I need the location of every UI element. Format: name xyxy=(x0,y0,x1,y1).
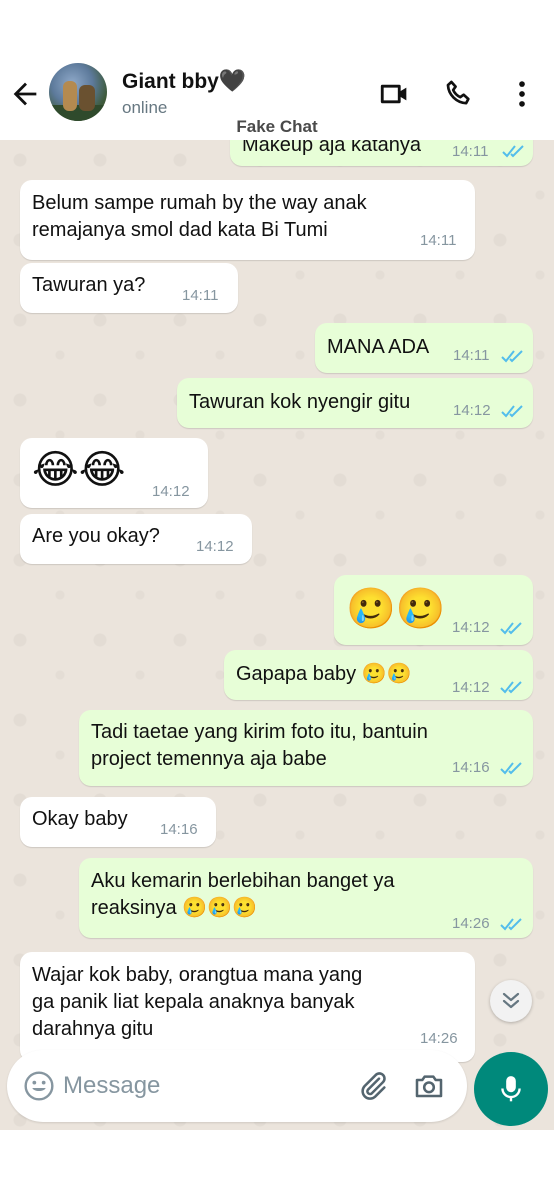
message-text: Tawuran kok nyengir gitu xyxy=(189,391,411,413)
message-time: 14:26 xyxy=(452,915,490,932)
contact-name-text: Giant bby xyxy=(122,70,219,93)
message-bubble-outgoing[interactable]: Makeup aja katanya 14:11 xyxy=(230,140,533,166)
more-vertical-icon xyxy=(519,81,525,107)
message-bubble-outgoing[interactable]: Tawuran kok nyengir gitu 14:12 xyxy=(177,378,533,428)
double-check-icon xyxy=(501,405,523,418)
fake-chat-watermark: Fake Chat xyxy=(236,117,318,136)
message-text: Wajar kok baby, orangtua mana yang ga pa… xyxy=(32,964,363,1040)
contact-name[interactable]: Giant bby🖤 xyxy=(122,68,246,94)
message-input[interactable] xyxy=(63,1066,343,1106)
message-text: Are you okay? xyxy=(32,525,160,547)
voice-message-button[interactable] xyxy=(474,1052,548,1126)
double-check-icon xyxy=(500,762,522,775)
message-text: Belum sampe rumah by the way anak remaja… xyxy=(32,192,367,241)
message-time: 14:11 xyxy=(452,143,489,160)
message-time: 14:12 xyxy=(196,538,234,555)
message-text: MANA ADA xyxy=(327,336,430,358)
avatar[interactable] xyxy=(49,63,107,121)
back-button[interactable] xyxy=(8,77,42,111)
message-bubble-incoming[interactable]: Belum sampe rumah by the way anak remaja… xyxy=(20,180,475,260)
contact-status: online xyxy=(122,98,168,117)
message-time: 14:11 xyxy=(420,232,457,249)
message-emoji: 😂😂 xyxy=(32,448,126,492)
microphone-icon xyxy=(501,1076,521,1102)
emoji-icon xyxy=(24,1071,54,1101)
camera-icon xyxy=(415,1075,443,1098)
message-bubble-incoming[interactable]: Okay baby 14:16 xyxy=(20,797,216,847)
arrow-left-icon xyxy=(13,82,37,106)
double-check-icon xyxy=(501,350,523,363)
voice-call-button[interactable] xyxy=(442,77,476,111)
message-text: Aku kemarin berlebihan banget ya reaksin… xyxy=(91,870,395,919)
message-time: 14:11 xyxy=(182,287,219,304)
message-text: Tawuran ya? xyxy=(32,274,146,296)
message-bubble-outgoing[interactable]: Aku kemarin berlebihan banget ya reaksin… xyxy=(79,858,533,938)
message-bubble-outgoing[interactable]: 🥲🥲 14:12 xyxy=(334,575,533,645)
message-bubble-incoming[interactable]: Wajar kok baby, orangtua mana yang ga pa… xyxy=(20,952,475,1062)
double-chevron-down-icon xyxy=(502,992,520,1009)
message-time: 14:16 xyxy=(452,759,490,776)
attach-button[interactable] xyxy=(357,1070,389,1102)
message-bubble-incoming[interactable]: Tawuran ya? 14:11 xyxy=(20,263,238,313)
more-options-button[interactable] xyxy=(505,77,539,111)
message-time: 14:26 xyxy=(420,1030,458,1047)
message-bubble-outgoing[interactable]: Gapapa baby 🥲🥲 14:12 xyxy=(224,650,533,700)
message-text: Tadi taetae yang kirim foto itu, bantuin… xyxy=(91,721,428,770)
double-check-icon xyxy=(500,622,522,635)
message-text: Okay baby xyxy=(32,808,128,830)
message-bubble-incoming[interactable]: 😂😂 14:12 xyxy=(20,438,208,508)
message-emoji: 🥲🥲 xyxy=(346,587,446,631)
video-camera-icon xyxy=(380,84,407,104)
message-bubble-outgoing[interactable]: Tadi taetae yang kirim foto itu, bantuin… xyxy=(79,710,533,786)
message-time: 14:11 xyxy=(453,347,490,364)
message-bubble-outgoing[interactable]: MANA ADA 14:11 xyxy=(315,323,533,373)
message-time: 14:12 xyxy=(452,679,490,696)
message-time: 14:12 xyxy=(453,402,491,419)
phone-icon xyxy=(446,80,470,105)
message-text: Gapapa baby 🥲🥲 xyxy=(236,663,412,685)
message-composer xyxy=(7,1050,467,1122)
double-check-icon xyxy=(502,145,524,158)
paperclip-icon xyxy=(361,1072,386,1100)
emoji-button[interactable] xyxy=(23,1070,55,1102)
video-call-button[interactable] xyxy=(378,77,412,111)
camera-button[interactable] xyxy=(413,1070,445,1102)
message-time: 14:16 xyxy=(160,821,198,838)
scroll-to-bottom-button[interactable] xyxy=(490,980,532,1022)
message-time: 14:12 xyxy=(452,619,490,636)
double-check-icon xyxy=(500,681,522,694)
message-time: 14:12 xyxy=(152,483,190,500)
status-bar xyxy=(0,0,554,55)
message-bubble-incoming[interactable]: Are you okay? 14:12 xyxy=(20,514,252,564)
double-check-icon xyxy=(500,918,522,931)
system-navigation-bar xyxy=(0,1130,554,1200)
message-text: Makeup aja katanya xyxy=(242,140,422,156)
chat-area[interactable]: Makeup aja katanya 14:11 Belum sampe rum… xyxy=(0,140,554,1130)
black-heart-emoji: 🖤 xyxy=(218,68,247,93)
